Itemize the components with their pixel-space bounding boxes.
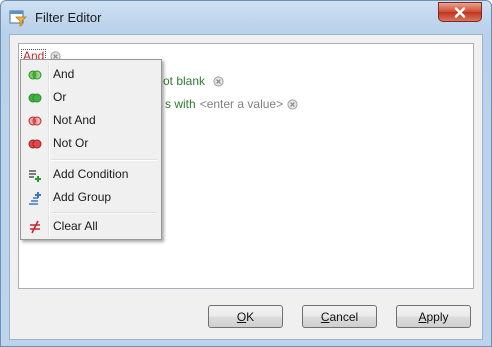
menu-item-label: Add Group <box>53 190 112 204</box>
menu-item-not-and[interactable]: Not And <box>23 110 159 132</box>
apply-label-rest: pply <box>426 309 449 324</box>
close-icon <box>454 6 466 18</box>
ok-label-rest: K <box>246 309 255 324</box>
not-and-group-icon <box>28 114 42 128</box>
menu-separator <box>51 159 157 161</box>
apply-button[interactable]: Apply <box>396 305 471 328</box>
menu-item-label: Or <box>53 90 67 104</box>
title-bar[interactable]: Filter Editor <box>1 1 491 35</box>
apply-mnemonic: A <box>418 309 427 324</box>
menu-item-not-or[interactable]: Not Or <box>23 133 159 155</box>
condition-row-2: s with <enter a value> <box>165 96 298 112</box>
group-operator-menu: And Or Not And Not Or Add Condition Add … <box>20 59 162 240</box>
menu-item-label: Add Condition <box>53 167 129 181</box>
and-group-icon <box>28 68 42 82</box>
condition-value-placeholder[interactable]: <enter a value> <box>200 97 283 111</box>
not-or-group-icon <box>28 137 42 151</box>
menu-item-label: Clear All <box>53 219 98 233</box>
remove-circle-icon[interactable] <box>287 98 298 110</box>
menu-item-add-group[interactable]: Add Group <box>23 187 159 209</box>
condition-operator[interactable]: ot blank <box>163 74 205 88</box>
remove-circle-icon[interactable] <box>213 75 224 87</box>
menu-item-label: Not And <box>53 113 96 127</box>
condition-row-1: ot blank <box>163 73 224 89</box>
menu-separator <box>51 212 157 214</box>
ok-mnemonic: O <box>236 309 247 324</box>
menu-item-label: Not Or <box>53 136 89 150</box>
or-group-icon <box>28 91 42 105</box>
filter-editor-icon <box>9 9 27 27</box>
ok-button[interactable]: OK <box>208 305 283 328</box>
condition-operator[interactable]: s with <box>165 97 196 111</box>
menu-item-clear-all[interactable]: Clear All <box>23 216 159 238</box>
window-title: Filter Editor <box>35 10 102 25</box>
clear-all-icon <box>28 220 42 234</box>
menu-item-or[interactable]: Or <box>23 87 159 109</box>
cancel-label-rest: ancel <box>329 309 359 324</box>
close-button[interactable] <box>438 2 482 22</box>
add-group-icon <box>28 191 42 205</box>
menu-item-label: And <box>53 67 75 81</box>
menu-item-and[interactable]: And <box>23 64 159 86</box>
cancel-button[interactable]: Cancel <box>302 305 377 328</box>
menu-item-add-condition[interactable]: Add Condition <box>23 164 159 186</box>
cancel-mnemonic: C <box>320 309 330 324</box>
add-condition-icon <box>28 168 42 182</box>
